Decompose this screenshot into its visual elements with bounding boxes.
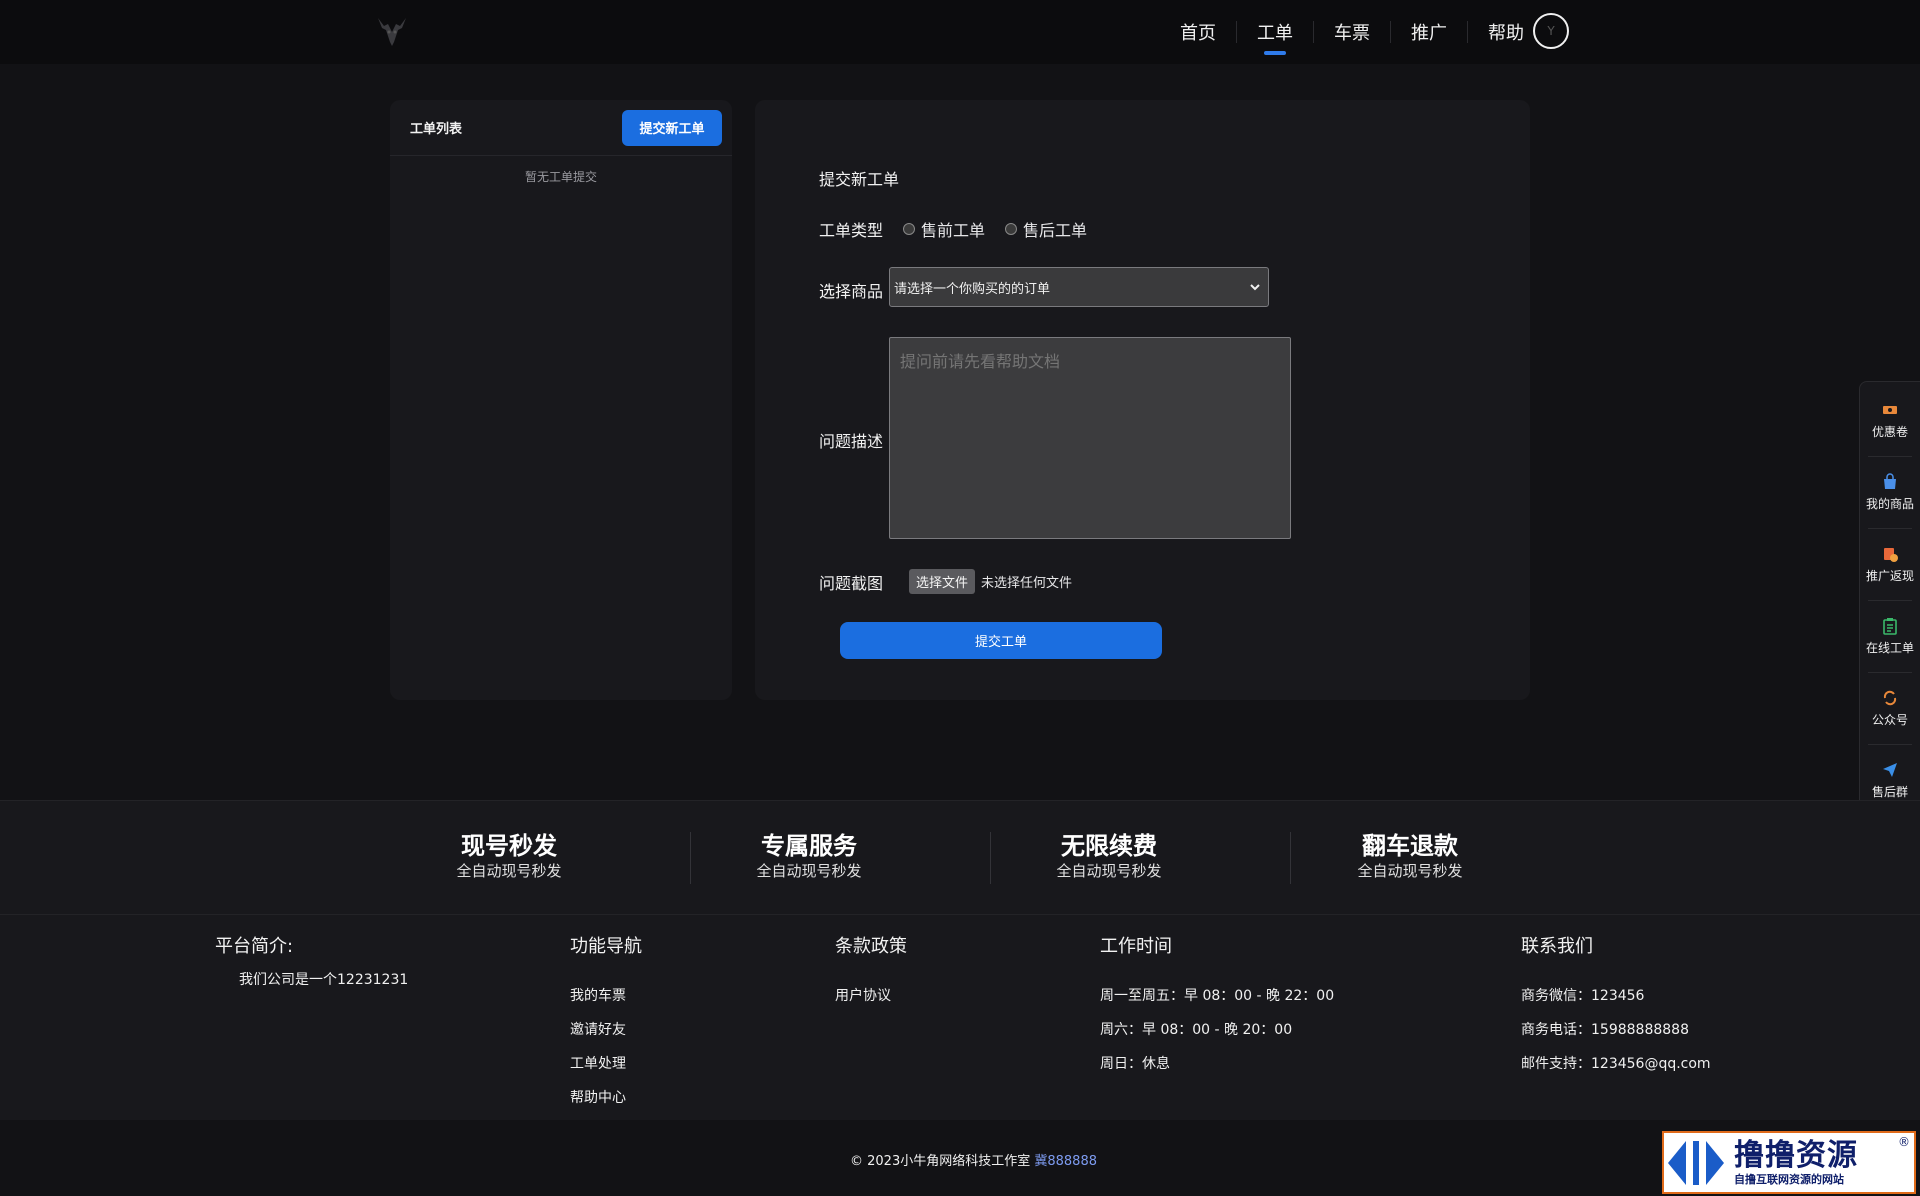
footer-hours-line: 周日：休息 [1100, 1056, 1170, 1072]
feature-divider [690, 832, 691, 884]
float-coupon[interactable]: 优惠卷 [1860, 384, 1920, 456]
ticket-list-title: 工单列表 [410, 122, 463, 137]
feature-title: 翻车退款 [1362, 832, 1458, 860]
footer-about-text: 我们公司是一个12231231 [239, 972, 409, 988]
empty-ticket-message: 暂无工单提交 [524, 170, 597, 184]
watermark-text: 撸撸资源 自撸互联网资源的网站 [1734, 1137, 1858, 1187]
ticket-list-panel: 工单列表 提交新工单 暂无工单提交 [390, 100, 732, 700]
footer-link-my-tickets[interactable]: 我的车票 [570, 985, 626, 1005]
float-referral[interactable]: 推广返现 [1860, 528, 1920, 600]
radio-aftersale[interactable]: 售后工单 [1005, 217, 1087, 241]
product-label: 选择商品 [819, 282, 884, 301]
footer-nav-title: 功能导航 [570, 936, 642, 957]
feature-item: 专属服务 全自动现号秒发 [709, 831, 909, 881]
float-official-account[interactable]: 公众号 [1860, 672, 1920, 744]
copyright-text: © 2023小牛角网络科技工作室 [850, 1154, 1031, 1169]
feature-title: 无限续费 [1061, 832, 1157, 860]
gift-icon [1884, 547, 1898, 562]
new-ticket-button[interactable]: 提交新工单 [622, 109, 722, 146]
footer-hours-title: 工作时间 [1100, 936, 1172, 957]
chevron-down-icon [1250, 284, 1260, 291]
description-textarea[interactable] [889, 337, 1291, 539]
nav-home[interactable]: 首页 [1160, 0, 1236, 64]
feature-divider [990, 832, 991, 884]
float-referral-label: 推广返现 [1865, 568, 1914, 583]
radio-presale-label: 售前工单 [921, 221, 986, 240]
nav-car-tickets[interactable]: 车票 [1314, 0, 1390, 64]
ticket-type-radios: 售前工单 售后工单 [903, 217, 1107, 241]
ticket-list-header: 工单列表 提交新工单 [390, 100, 732, 156]
footer-link-help[interactable]: 帮助中心 [570, 1087, 626, 1107]
float-official-account-label: 公众号 [1871, 712, 1908, 727]
footer-contact-title: 联系我们 [1521, 936, 1593, 957]
refresh-icon [1883, 690, 1897, 705]
float-aftersale-group-label: 售后群 [1871, 784, 1908, 799]
footer-hours-line: 周六：早 08：00 - 晚 20：00 [1100, 1022, 1293, 1038]
nav-promotion[interactable]: 推广 [1391, 0, 1467, 64]
icp-link[interactable]: 冀888888 [1034, 1154, 1097, 1169]
footer-contact-line: 邮件支持：123456@qq.com [1521, 1056, 1711, 1072]
user-avatar[interactable]: Y [1533, 13, 1569, 49]
watermark-badge: 撸撸资源 自撸互联网资源的网站 ® [1662, 1131, 1916, 1194]
submit-ticket-button[interactable]: 提交工单 [840, 622, 1162, 659]
footer-policy-title: 条款政策 [835, 936, 907, 957]
top-navbar: 首页 工单 车票 推广 帮助 Y [0, 0, 1920, 64]
feature-subtitle: 全自动现号秒发 [1056, 862, 1162, 880]
features-band: 现号秒发 全自动现号秒发 专属服务 全自动现号秒发 无限续费 全自动现号秒发 翻… [0, 800, 1920, 915]
feature-title: 专属服务 [761, 832, 857, 860]
feature-subtitle: 全自动现号秒发 [456, 862, 562, 880]
footer-link-invite[interactable]: 邀请好友 [570, 1019, 626, 1039]
registered-mark: ® [1898, 1135, 1910, 1149]
watermark-main-text: 撸撸资源 [1734, 1137, 1858, 1173]
footer-contact-line: 商务微信：123456 [1521, 988, 1645, 1004]
footer-link-tickets[interactable]: 工单处理 [570, 1053, 626, 1073]
feature-title: 现号秒发 [461, 832, 557, 860]
feature-item: 翻车退款 全自动现号秒发 [1310, 831, 1510, 881]
float-my-products[interactable]: 我的商品 [1860, 456, 1920, 528]
ticket-type-label: 工单类型 [819, 221, 884, 240]
radio-aftersale-label: 售后工单 [1023, 221, 1088, 240]
radio-presale[interactable]: 售前工单 [903, 217, 985, 241]
float-online-ticket-label: 在线工单 [1865, 640, 1914, 655]
feature-item: 无限续费 全自动现号秒发 [1009, 831, 1209, 881]
bull-logo-icon[interactable] [372, 12, 412, 52]
watermark-logo-icon [1668, 1140, 1724, 1185]
clipboard-icon [1883, 617, 1897, 635]
description-label: 问题描述 [819, 432, 884, 451]
feature-subtitle: 全自动现号秒发 [756, 862, 862, 880]
user-initial: Y [1547, 24, 1555, 38]
ticket-icon [1883, 405, 1897, 414]
floating-sidebar: 优惠卷 我的商品 推广返现 在线工单 公众号 售后群 [1859, 381, 1920, 816]
footer-contact-line: 商务电话：15988888888 [1521, 1022, 1689, 1038]
copyright: © 2023小牛角网络科技工作室 冀888888 [850, 1150, 1097, 1169]
feature-subtitle: 全自动现号秒发 [1357, 862, 1463, 880]
copyright-band: © 2023小牛角网络科技工作室 冀888888 [0, 1120, 1920, 1196]
file-upload: 选择文件 未选择任何文件 [909, 569, 1072, 594]
choose-file-button[interactable]: 选择文件 [909, 569, 976, 594]
float-online-ticket[interactable]: 在线工单 [1860, 600, 1920, 672]
product-select-value: 请选择一个你购买的的订单 [894, 281, 1051, 297]
float-coupon-label: 优惠卷 [1871, 424, 1908, 439]
watermark-sub-text: 自撸互联网资源的网站 [1734, 1172, 1844, 1186]
feature-item: 现号秒发 全自动现号秒发 [409, 831, 609, 881]
send-icon [1883, 762, 1897, 777]
radio-aftersale-dot[interactable] [1005, 223, 1018, 235]
file-status: 未选择任何文件 [981, 576, 1073, 591]
product-select[interactable]: 请选择一个你购买的的订单 [889, 267, 1269, 307]
bag-icon [1884, 472, 1896, 489]
footer-about-title: 平台简介: [215, 936, 294, 957]
footer: 平台简介: 我们公司是一个12231231 功能导航 我的车票 邀请好友 工单处… [0, 915, 1920, 1120]
float-my-products-label: 我的商品 [1865, 496, 1914, 511]
form-title: 提交新工单 [819, 170, 900, 189]
screenshot-label: 问题截图 [819, 574, 884, 593]
radio-presale-dot[interactable] [903, 223, 915, 235]
new-ticket-form: 提交新工单 工单类型 售前工单 售后工单 选择商品 请选择一个你购买的的订单 问… [755, 100, 1530, 700]
nav-tickets[interactable]: 工单 [1237, 0, 1313, 64]
feature-divider [1290, 832, 1291, 884]
main-nav: 首页 工单 车票 推广 帮助 [1160, 0, 1544, 64]
footer-link-user-agreement[interactable]: 用户协议 [835, 985, 891, 1005]
footer-hours-line: 周一至周五：早 08：00 - 晚 22：00 [1100, 988, 1335, 1004]
